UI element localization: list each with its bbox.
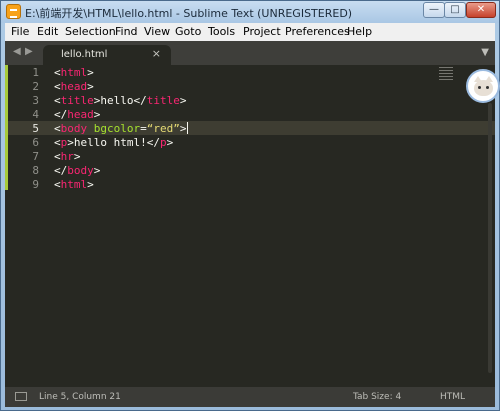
line-number: 4 [32,108,39,121]
code-line[interactable]: <head> [54,80,94,93]
code-token: >hello</ [93,94,147,107]
code-token: > [87,178,94,191]
code-editor[interactable]: 1 2 3 4 5 6 7 8 9 <html> <head> <title>hel… [5,65,495,387]
code-token: html [60,66,88,79]
code-token: < [54,80,61,93]
code-token: title [146,94,180,107]
tab-lello-html[interactable]: lello.html × [43,45,171,65]
code-token: > [73,150,81,163]
right-arrow-icon[interactable]: ▶ [25,46,33,57]
code-token: html [60,178,88,191]
menu-edit[interactable]: Edit [37,25,58,38]
minimap[interactable] [439,67,453,81]
code-token: < [54,150,61,163]
panel-toggle-icon[interactable] [15,392,27,401]
code-line[interactable]: <html> [54,178,94,191]
cat-eye [478,86,481,89]
code-line[interactable]: <html> [54,66,94,79]
syntax-mode[interactable]: HTML [440,392,465,402]
tab-size[interactable]: Tab Size: 4 [353,392,401,402]
application-window: E:\前端开发\HTML\lello.html - Sublime Text (… [0,0,500,411]
code-token: hr [60,150,74,163]
code-token: “red” [146,122,180,135]
code-token: > [93,108,101,121]
code-token: < [54,94,61,107]
line-number: 6 [32,136,39,149]
vertical-scrollbar[interactable] [488,103,492,373]
line-number: 3 [32,94,39,107]
minimize-button[interactable]: — [423,2,445,18]
code-token: > [87,66,94,79]
code-token: > [179,122,187,135]
menu-selection[interactable]: Selection [65,25,116,38]
menu-view[interactable]: View [144,25,170,38]
menu-help[interactable]: Help [347,25,372,38]
code-line[interactable]: </head> [54,108,100,121]
code-token: = [140,122,147,135]
line-number: 9 [32,178,39,191]
cursor-position[interactable]: Line 5, Column 21 [39,392,121,402]
code-token: < [54,136,61,149]
menu-preferences[interactable]: Preferences [285,25,350,38]
code-line[interactable]: </body> [54,164,100,177]
code-token: < [54,178,61,191]
line-number: 1 [32,66,39,79]
status-bar: Line 5, Column 21 Tab Size: 4 HTML [5,387,495,407]
title-bar[interactable]: E:\前端开发\HTML\lello.html - Sublime Text (… [1,1,499,23]
window-title: E:\前端开发\HTML\lello.html - Sublime Text (… [25,7,353,20]
menu-project[interactable]: Project [243,25,281,38]
menu-tools[interactable]: Tools [208,25,235,38]
code-token: < [54,66,61,79]
line-number: 7 [32,150,39,163]
maximize-button[interactable]: □ [444,2,466,18]
cat-avatar-icon[interactable] [466,69,500,103]
cat-face [474,76,493,96]
code-token: head [67,108,94,121]
code-line[interactable]: <title>hello</title> [54,94,186,107]
tab-label: lello.html [61,49,108,60]
line-number: 5 [32,122,39,135]
code-token: body [60,122,88,135]
code-token: </ [54,164,68,177]
code-token: bgcolor [93,122,141,135]
line-number: 2 [32,80,39,93]
menu-find[interactable]: Find [115,25,138,38]
code-token: body [67,164,94,177]
menu-goto[interactable]: Goto [175,25,201,38]
code-line[interactable]: <p>hello html!</p> [54,136,173,149]
code-token: p [159,136,167,149]
menu-bar: File Edit Selection Find View Goto Tools… [5,23,495,41]
close-window-button[interactable]: ✕ [466,2,496,18]
code-token: > [166,136,174,149]
code-token: > [87,80,94,93]
dropdown-arrow-icon[interactable]: ▼ [481,47,489,58]
code-token: < [54,122,61,135]
left-arrow-icon[interactable]: ◀ [13,46,21,57]
tab-strip: ◀ ▶ lello.html × ▼ [5,41,495,65]
code-token: title [60,94,94,107]
code-line[interactable]: <body bgcolor=“red”> [54,122,189,135]
close-tab-icon[interactable]: × [152,47,161,60]
code-token: head [60,80,88,93]
code-line[interactable]: <hr> [54,150,81,163]
sublime-app-icon [6,4,21,19]
code-token: > [179,94,187,107]
code-token: > [93,164,101,177]
modified-lines-indicator [5,65,8,190]
menu-file[interactable]: File [11,25,29,38]
code-token: </ [54,108,68,121]
code-token: >hello html!</ [67,136,160,149]
line-number: 8 [32,164,39,177]
text-caret [187,122,189,134]
cat-eye [486,86,489,89]
